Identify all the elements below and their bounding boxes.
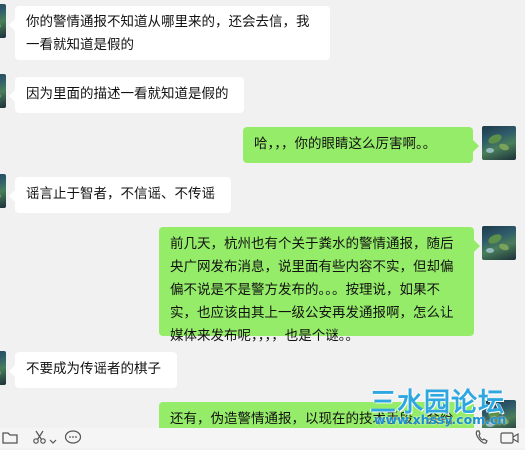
contact-avatar[interactable]	[0, 74, 6, 108]
contact-avatar[interactable]	[0, 4, 6, 38]
message-bubble[interactable]: 哈，，，你的眼睛这么厉害啊。。	[243, 127, 479, 163]
user-avatar[interactable]	[482, 126, 516, 160]
message-bubble[interactable]: 不要成为传谣者的棋子	[9, 352, 177, 388]
chat-icon[interactable]	[64, 430, 82, 449]
message-bubble[interactable]: 前几天，杭州也有个关于粪水的警情通报，随后央广网发布消息，说里面有些内容不实，但…	[159, 227, 480, 344]
message-bubble[interactable]: 你的警情通报不知道从哪里来的，还会去信，我一看就知道是假的	[9, 6, 330, 60]
phone-icon[interactable]	[474, 430, 490, 449]
video-icon[interactable]	[500, 431, 520, 449]
contact-avatar[interactable]	[0, 174, 6, 208]
scissors-icon[interactable]	[32, 430, 48, 449]
contact-avatar[interactable]	[0, 351, 6, 385]
input-toolbar	[0, 428, 525, 448]
message-bubble[interactable]: 因为里面的描述一看就知道是假的	[9, 77, 244, 113]
user-avatar[interactable]	[482, 226, 516, 260]
message-bubble[interactable]: 谣言止于智者，不信谣、不传谣	[9, 177, 231, 213]
chevron-down-icon[interactable]	[49, 432, 57, 450]
folder-icon[interactable]	[2, 430, 18, 449]
